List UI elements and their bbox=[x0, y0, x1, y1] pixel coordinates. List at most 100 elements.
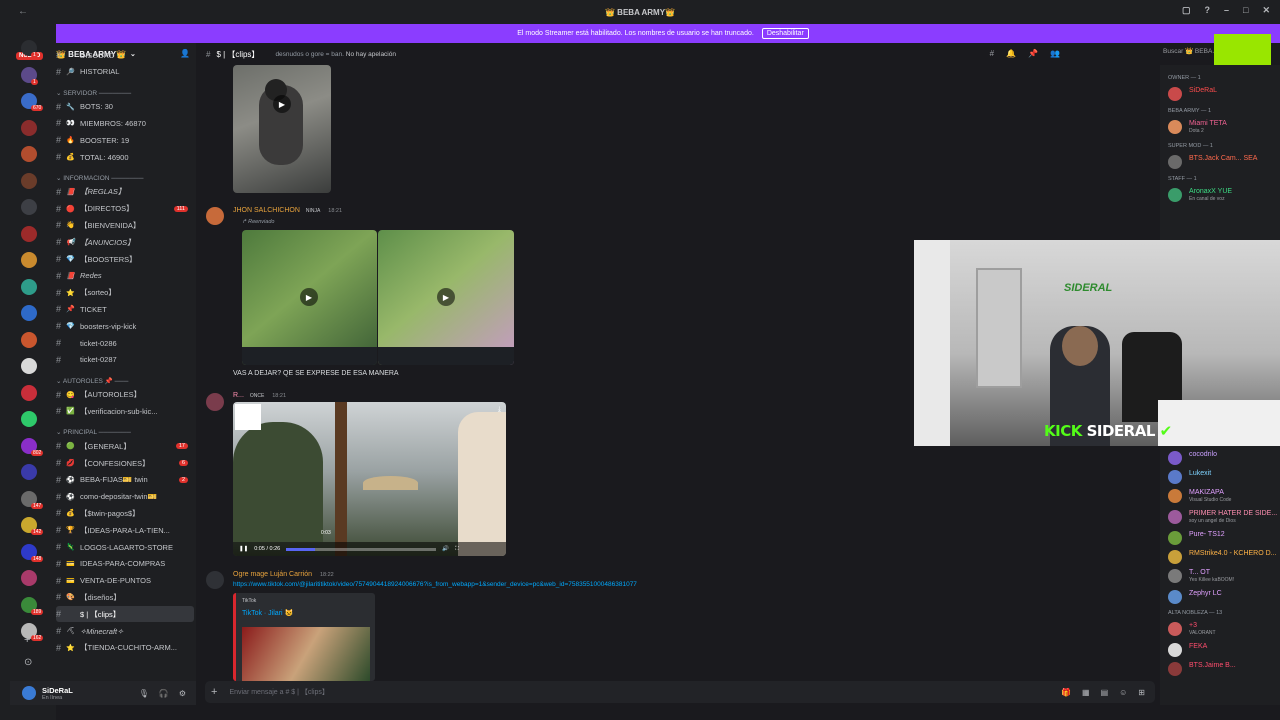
channel-item[interactable]: # 📕 【REGLAS】 bbox=[56, 184, 194, 200]
message-link[interactable]: https://www.tiktok.com/@jilarititiktok/v… bbox=[233, 581, 637, 588]
member-item[interactable]: Lukexit bbox=[1168, 469, 1280, 485]
channel-item[interactable]: # ticket-0286 bbox=[56, 335, 194, 351]
channel-item[interactable]: # 🟢 【GENERAL】 17 bbox=[56, 438, 194, 454]
channel-item[interactable]: # 💎 【BOOSTERS】 bbox=[56, 251, 194, 267]
gif-icon[interactable]: ▦ bbox=[1082, 688, 1090, 697]
channel-item[interactable]: # 📢 【ANUNCIOS】 bbox=[56, 234, 194, 250]
server-icon[interactable] bbox=[21, 305, 37, 321]
channel-item[interactable]: # 💳 VENTA-DE-PUNTOS bbox=[56, 573, 194, 589]
settings-gear-icon[interactable]: ⚙ bbox=[179, 689, 186, 698]
pause-icon[interactable]: ❚❚ bbox=[239, 546, 248, 552]
server-icon[interactable] bbox=[21, 225, 37, 242]
explore-icon[interactable]: ⊙ bbox=[24, 657, 32, 668]
embed-title[interactable]: TikTok · Jilari 😺 bbox=[242, 609, 293, 617]
member-item[interactable]: Pure- TS12 bbox=[1168, 530, 1280, 546]
play-icon[interactable]: ▶ bbox=[437, 288, 455, 306]
add-attachment-icon[interactable]: + bbox=[211, 686, 217, 698]
volume-icon[interactable]: 🔊 bbox=[442, 546, 449, 552]
server-icon[interactable] bbox=[21, 411, 37, 427]
embed-image[interactable] bbox=[242, 627, 370, 681]
message-author[interactable]: R... ONCE 18:21 bbox=[233, 392, 286, 399]
member-item[interactable]: Zephyr LC bbox=[1168, 589, 1280, 605]
avatar[interactable] bbox=[206, 207, 224, 225]
member-item[interactable]: T... OT Yes Killee kaBOOM! bbox=[1168, 568, 1280, 584]
member-item[interactable]: BTS.Jaime B... bbox=[1168, 661, 1280, 677]
minimize-button[interactable]: – bbox=[1224, 5, 1229, 16]
close-button[interactable]: ✕ bbox=[1262, 5, 1270, 16]
member-item[interactable]: +3 VALORANT bbox=[1168, 621, 1280, 637]
member-item[interactable]: Miami TETA Dota 2 bbox=[1168, 119, 1280, 135]
channel-item[interactable]: # $ | 【clips】 bbox=[56, 606, 194, 623]
download-icon[interactable]: ⤓ bbox=[498, 406, 501, 414]
server-icon[interactable] bbox=[21, 252, 37, 268]
play-icon[interactable]: ▶ bbox=[300, 288, 318, 306]
channel-item[interactable]: # 👀 MIEMBROS: 46870 bbox=[56, 115, 194, 131]
channel-item[interactable]: # 💰 TOTAL: 46900 bbox=[56, 149, 194, 165]
add-server-icon[interactable]: + bbox=[24, 634, 30, 646]
channel-item[interactable]: # 🔥 BOOSTER: 19 bbox=[56, 132, 194, 148]
channel-item[interactable]: # 🔎 HISTORIAL bbox=[56, 64, 194, 80]
channel-item[interactable]: # 💎 boosters-vip-kick bbox=[56, 318, 194, 334]
video-thumbnail[interactable]: ▶ bbox=[233, 65, 331, 193]
server-icon[interactable] bbox=[21, 331, 37, 348]
member-item[interactable]: cocodrilo bbox=[1168, 450, 1280, 466]
channel-item[interactable]: # 😋 【AUTOROLES】 bbox=[56, 387, 194, 403]
server-icon[interactable] bbox=[21, 358, 37, 374]
play-icon[interactable]: ▶ bbox=[273, 95, 291, 113]
bell-icon[interactable]: 🔔 bbox=[1006, 49, 1016, 58]
channel-item[interactable]: # ⭐ 【sorteo】 bbox=[56, 285, 194, 301]
channel-item[interactable]: # ⭐ 【TIENDA-CUCHITO-ARM... bbox=[56, 640, 194, 656]
apps-icon[interactable]: ⊞ bbox=[1138, 688, 1145, 697]
sticker-icon[interactable]: ▤ bbox=[1101, 688, 1109, 697]
channel-item[interactable]: # ⚽ como-depositar-twin🎫 bbox=[56, 489, 194, 505]
member-item[interactable]: RMStrike4.0 - KCHERO D... bbox=[1168, 549, 1280, 565]
fullscreen-icon[interactable]: ⛶ bbox=[455, 546, 459, 553]
server-icon[interactable] bbox=[21, 146, 37, 162]
server-icon[interactable] bbox=[21, 464, 37, 480]
pin-icon[interactable]: 📌 bbox=[1028, 49, 1038, 58]
emoji-icon[interactable]: ☺ bbox=[1119, 688, 1127, 697]
back-arrow-icon[interactable]: ← bbox=[18, 6, 28, 17]
message-author[interactable]: Ogre mage Luján Carrión 18:22 bbox=[233, 571, 334, 578]
members-icon[interactable]: 👥 bbox=[1050, 49, 1060, 58]
member-item[interactable]: MAKIZAPA Visual Studio Code bbox=[1168, 488, 1280, 504]
channel-item[interactable]: # ⛏ ✧Minecraft✧ bbox=[56, 623, 194, 639]
channel-item[interactable]: # 👋 【BIENVENIDA】 bbox=[56, 217, 194, 233]
inbox-icon[interactable]: ▢ bbox=[1182, 5, 1191, 16]
channel-item[interactable]: # ⚽ BEBA-FIJAS🎫 twin 2 bbox=[56, 472, 194, 488]
avatar[interactable] bbox=[206, 571, 224, 589]
help-icon[interactable]: ? bbox=[1205, 5, 1211, 16]
channel-item[interactable]: # 💳 IDEAS-PARA-COMPRAS bbox=[56, 556, 194, 572]
channel-item[interactable]: # 💰 【$twin-pagos$】 bbox=[56, 505, 194, 521]
video-player[interactable]: ⤓ 0:03 ❚❚ 0:05 / 0:26 🔊 ⛶ bbox=[233, 402, 506, 556]
server-icon[interactable] bbox=[21, 570, 37, 586]
video-progress-bar[interactable] bbox=[286, 547, 437, 551]
video-thumbnail[interactable]: ▶ bbox=[378, 230, 514, 365]
member-item[interactable]: AronaxX YUE En canal de voz bbox=[1168, 187, 1280, 203]
channel-item[interactable]: # DISCORD bbox=[56, 47, 194, 63]
channel-item[interactable]: # 🎨 【diseños】 bbox=[56, 589, 194, 605]
video-thumbnail[interactable]: ▶ bbox=[242, 230, 377, 365]
disable-streamer-button[interactable]: Deshabilitar bbox=[761, 28, 809, 39]
server-icon[interactable] bbox=[21, 384, 37, 401]
avatar[interactable] bbox=[22, 686, 36, 700]
channel-item[interactable]: # 💋 【CONFESIONES】 6 bbox=[56, 455, 194, 471]
server-icon[interactable] bbox=[21, 119, 37, 136]
channel-topic[interactable]: desnudos o gore = ban. No hay apelación bbox=[275, 51, 396, 58]
maximize-button[interactable]: □ bbox=[1243, 5, 1248, 16]
link-embed[interactable]: TikTok TikTok · Jilari 😺 bbox=[233, 593, 375, 681]
member-item[interactable]: SiDeRaL bbox=[1168, 86, 1280, 102]
channel-item[interactable]: # 📕 Redes bbox=[56, 268, 194, 284]
member-item[interactable]: PRIMER HATER DE SIDE... soy un angel de D… bbox=[1168, 509, 1280, 525]
message-composer[interactable]: + Enviar mensaje a # $ | 【clips】 🎁 ▦ ▤ ☺… bbox=[205, 681, 1155, 703]
mic-icon[interactable]: 🎙 bbox=[139, 689, 149, 698]
avatar[interactable] bbox=[206, 393, 224, 411]
server-icon[interactable] bbox=[21, 199, 37, 215]
channel-item[interactable]: # 📌 TICKET bbox=[56, 301, 194, 317]
channel-item[interactable]: # 🔧 BOTS: 30 bbox=[56, 99, 194, 115]
headphones-icon[interactable]: 🎧 bbox=[159, 689, 169, 698]
member-item[interactable]: BTS.Jack Cam... SEA bbox=[1168, 154, 1280, 170]
channel-item[interactable]: # 🔴 【DIRECTOS】 111 bbox=[56, 201, 194, 217]
server-icon[interactable] bbox=[21, 278, 37, 295]
message-author[interactable]: JHON SALCHICHON NINJA 18:21 bbox=[233, 207, 342, 214]
